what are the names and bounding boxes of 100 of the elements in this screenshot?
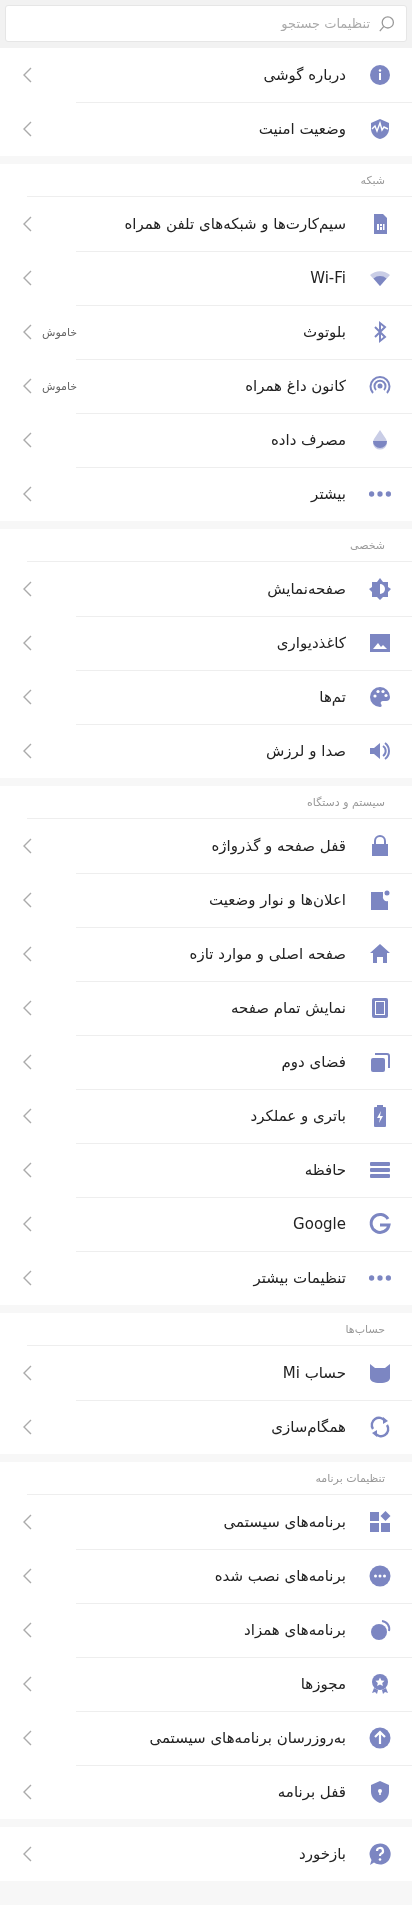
section-header: حساب‌ها	[27, 1313, 412, 1346]
settings-item[interactable]: کانون داغ همراه خاموش	[0, 359, 412, 413]
item-label: مجوزها	[300, 1675, 346, 1693]
chevron-icon	[22, 1054, 34, 1070]
item-label: کاغذدیواری	[276, 634, 346, 652]
settings-item[interactable]: بلوتوث خاموش	[0, 305, 412, 359]
chevron-icon	[22, 1108, 34, 1124]
settings-item[interactable]: برنامه‌های سیستمی	[0, 1495, 412, 1549]
section-header: تنظیمات برنامه	[27, 1462, 412, 1495]
chevron-icon	[22, 1676, 34, 1692]
chevron-icon	[22, 892, 34, 908]
copy-icon	[368, 1050, 392, 1074]
item-label: صدا و لرزش	[266, 742, 346, 760]
settings-item[interactable]: صدا و لرزش	[0, 724, 412, 778]
search-field[interactable]: تنظیمات جستجو	[5, 5, 407, 42]
item-label: فضای دوم	[281, 1053, 346, 1071]
chevron-icon	[22, 486, 34, 502]
info-icon	[368, 63, 392, 87]
item-label: صفحه‌نمایش	[267, 580, 346, 598]
settings-item[interactable]: بازخورد	[0, 1827, 412, 1881]
item-label: باتری و عملکرد	[250, 1107, 346, 1125]
settings-item[interactable]: کاغذدیواری	[0, 616, 412, 670]
dots-icon	[368, 491, 392, 497]
notification-icon	[368, 888, 392, 912]
settings-item[interactable]: وضعیت امنیت	[0, 102, 412, 156]
chevron-icon	[22, 378, 34, 394]
cat-face-icon	[368, 1361, 392, 1385]
item-label: قفل برنامه	[277, 1783, 346, 1801]
apps-grid-icon	[368, 1510, 392, 1534]
section-header: سیستم و دستگاه	[27, 786, 412, 819]
upload-icon	[368, 1726, 392, 1750]
shield-icon	[368, 117, 392, 141]
chevron-icon	[22, 1419, 34, 1435]
palette-icon	[368, 685, 392, 709]
section-header: شخصی	[27, 529, 412, 562]
settings-item[interactable]: تم‌ها	[0, 670, 412, 724]
chevron-icon	[22, 581, 34, 597]
item-label: حافظه	[304, 1161, 346, 1179]
settings-item[interactable]: قفل برنامه	[0, 1765, 412, 1819]
chevron-icon	[22, 743, 34, 759]
item-label: صفحه اصلی و موارد تازه	[189, 945, 346, 963]
settings-item[interactable]: Google	[0, 1197, 412, 1251]
settings-item[interactable]: اعلان‌ها و نوار وضعیت	[0, 873, 412, 927]
settings-item[interactable]: حساب Mi	[0, 1346, 412, 1400]
chevron-icon	[22, 1270, 34, 1286]
settings-item[interactable]: برنامه‌های همزاد	[0, 1603, 412, 1657]
settings-item[interactable]: Wi-Fi	[0, 251, 412, 305]
settings-item[interactable]: مجوزها	[0, 1657, 412, 1711]
chevron-icon	[22, 1568, 34, 1584]
item-label: حساب Mi	[282, 1364, 346, 1382]
dots-icon	[368, 1275, 392, 1281]
item-label: تم‌ها	[319, 688, 346, 706]
item-label: Google	[293, 1215, 346, 1233]
search-icon	[379, 16, 395, 32]
sync-icon	[368, 1415, 392, 1439]
settings-item[interactable]: مصرف داده	[0, 413, 412, 467]
item-label: مصرف داده	[270, 431, 346, 449]
chevron-icon	[22, 1730, 34, 1746]
settings-item[interactable]: تنظیمات بیشتر	[0, 1251, 412, 1305]
settings-item[interactable]: به‌روزرسان برنامه‌های سیستمی	[0, 1711, 412, 1765]
settings-item[interactable]: صفحه اصلی و موارد تازه	[0, 927, 412, 981]
item-label: Wi-Fi	[310, 269, 346, 287]
settings-item[interactable]: باتری و عملکرد	[0, 1089, 412, 1143]
settings-item[interactable]: فضای دوم	[0, 1035, 412, 1089]
chevron-icon	[22, 324, 34, 340]
settings-item[interactable]: بیشتر	[0, 467, 412, 521]
g-icon	[368, 1212, 392, 1236]
chevron-icon	[22, 1784, 34, 1800]
settings-item[interactable]: سیم‌کارت‌ها و شبکه‌های تلفن همراه	[0, 197, 412, 251]
chevron-icon	[22, 689, 34, 705]
chevron-icon	[22, 1000, 34, 1016]
chevron-icon	[22, 270, 34, 286]
settings-item[interactable]: نمایش تمام صفحه	[0, 981, 412, 1035]
item-value: خاموش	[42, 325, 78, 339]
circles-icon	[368, 1618, 392, 1642]
item-label: برنامه‌های همزاد	[244, 1621, 346, 1639]
settings-item[interactable]: حافظه	[0, 1143, 412, 1197]
item-label: وضعیت امنیت	[258, 120, 346, 138]
settings-item[interactable]: صفحه‌نمایش	[0, 562, 412, 616]
settings-item[interactable]: درباره گوشی	[0, 48, 412, 102]
item-label: تنظیمات بیشتر	[253, 1269, 346, 1287]
chevron-icon	[22, 67, 34, 83]
item-value: خاموش	[42, 379, 78, 393]
settings-item[interactable]: قفل صفحه و گذرواژه	[0, 819, 412, 873]
item-label: بلوتوث	[303, 323, 346, 341]
chevron-icon	[22, 838, 34, 854]
shield-lock-icon	[368, 1780, 392, 1804]
chevron-icon	[22, 1514, 34, 1530]
settings-item[interactable]: همگام‌سازی	[0, 1400, 412, 1454]
section-header: شبکه	[27, 164, 412, 197]
item-label: اعلان‌ها و نوار وضعیت	[209, 891, 346, 909]
chevron-icon	[22, 1846, 34, 1862]
item-label: همگام‌سازی	[271, 1418, 346, 1436]
item-label: قفل صفحه و گذرواژه	[211, 837, 346, 855]
settings-item[interactable]: برنامه‌های نصب شده	[0, 1549, 412, 1603]
item-label: برنامه‌های نصب شده	[214, 1567, 346, 1585]
help-icon	[368, 1842, 392, 1866]
chevron-icon	[22, 216, 34, 232]
chevron-icon	[22, 432, 34, 448]
item-label: درباره گوشی	[263, 66, 346, 84]
